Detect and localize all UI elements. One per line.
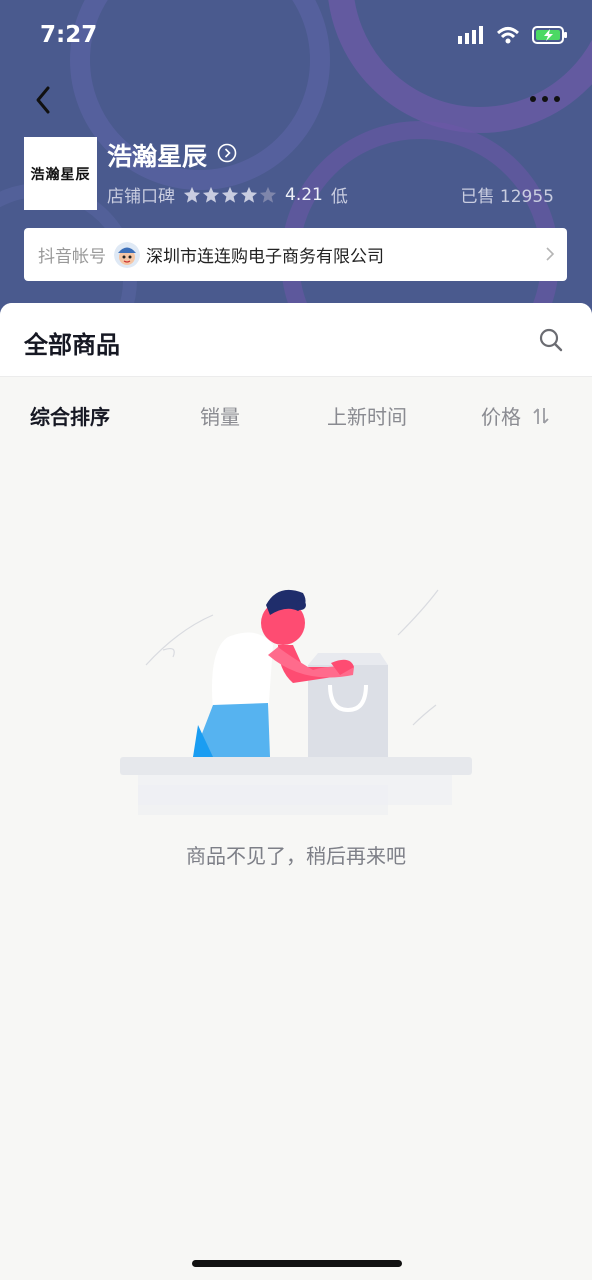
status-time: 7:27 bbox=[40, 22, 98, 48]
rating-stars bbox=[183, 186, 277, 204]
star-icon bbox=[202, 186, 220, 203]
empty-message: 商品不见了，稍后再来吧 bbox=[186, 844, 406, 868]
sort-bar: 综合排序 销量 上新时间 价格 bbox=[0, 377, 592, 451]
more-icon[interactable] bbox=[528, 90, 562, 108]
search-icon[interactable] bbox=[538, 327, 564, 353]
empty-state-illustration bbox=[120, 589, 472, 815]
sort-price[interactable]: 价格 bbox=[481, 401, 549, 430]
rating-level: 低 bbox=[330, 187, 348, 207]
star-icon bbox=[183, 186, 201, 203]
chevron-right-icon bbox=[546, 247, 555, 261]
account-name: 深圳市连连购电子商务有限公司 bbox=[146, 247, 384, 267]
shop-logo-text: 浩瀚星辰 bbox=[30, 166, 91, 183]
account-avatar bbox=[114, 241, 140, 268]
rating-label: 店铺口碑 bbox=[107, 187, 175, 207]
status-icons bbox=[458, 26, 568, 44]
products-title: 全部商品 bbox=[24, 331, 120, 359]
products-header: 全部商品 bbox=[0, 303, 592, 377]
home-indicator bbox=[192, 1260, 402, 1267]
sort-sales[interactable]: 销量 bbox=[200, 401, 240, 430]
sold-count: 已售 12955 bbox=[460, 187, 554, 207]
sort-arrows-icon bbox=[533, 407, 549, 424]
douyin-account-card[interactable]: 抖音帐号 深圳市连连购电子商务有限公司 bbox=[24, 228, 567, 281]
back-arrow-icon[interactable] bbox=[30, 82, 60, 118]
shop-logo: 浩瀚星辰 bbox=[24, 137, 97, 210]
sort-new-arrivals[interactable]: 上新时间 bbox=[327, 401, 407, 430]
shop-header: 7:27 浩瀚星辰 浩瀚星辰 店铺口碑 4.21 低 已售 12955 抖音帐号… bbox=[0, 0, 592, 330]
sort-price-label: 价格 bbox=[481, 405, 521, 429]
circle-chevron-icon[interactable] bbox=[217, 143, 237, 163]
star-icon bbox=[221, 186, 239, 203]
sort-comprehensive[interactable]: 综合排序 bbox=[30, 401, 110, 430]
star-icon bbox=[259, 186, 277, 203]
battery-charging-icon bbox=[532, 26, 567, 44]
rating-value: 4.21 bbox=[285, 184, 323, 205]
shop-name[interactable]: 浩瀚星辰 bbox=[107, 137, 207, 173]
signal-icon bbox=[458, 26, 483, 44]
shop-rating: 店铺口碑 4.21 低 bbox=[107, 182, 348, 208]
star-icon bbox=[240, 186, 258, 203]
products-panel: 全部商品 综合排序 销量 上新时间 价格 商品不见了，稍后再来吧 bbox=[0, 303, 592, 1280]
account-label: 抖音帐号 bbox=[38, 247, 106, 267]
wifi-icon bbox=[496, 27, 520, 44]
